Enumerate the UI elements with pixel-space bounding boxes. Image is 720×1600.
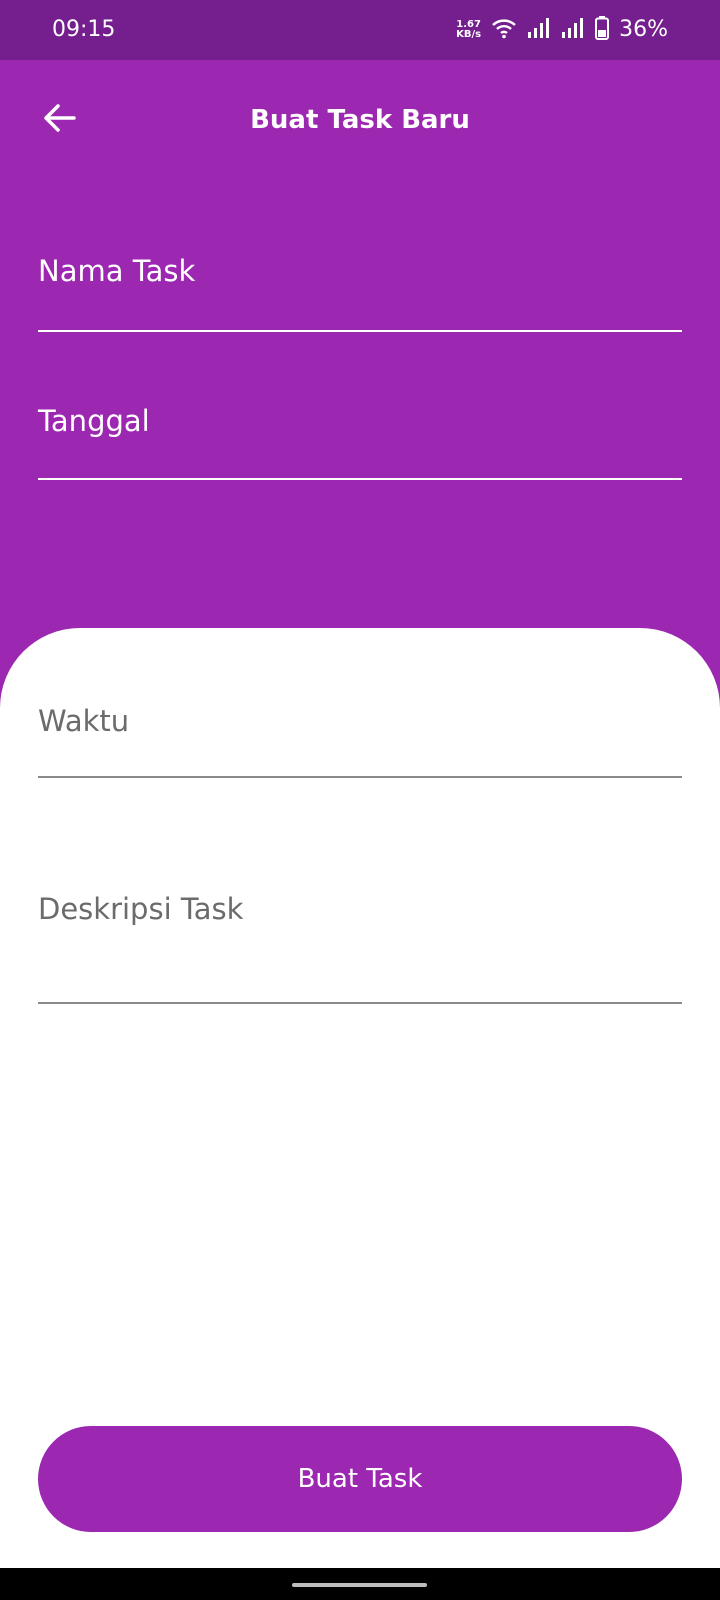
- buat-task-button-label: Buat Task: [297, 1464, 423, 1494]
- nama-task-field[interactable]: Nama Task: [38, 250, 682, 332]
- nama-task-placeholder: Nama Task: [38, 254, 196, 288]
- deskripsi-task-underline: [38, 1002, 682, 1004]
- tanggal-field[interactable]: Tanggal: [38, 400, 682, 480]
- status-icons: 1.67 KB/s 36%: [456, 14, 668, 46]
- system-nav-bar: [0, 1568, 720, 1600]
- wifi-icon: [491, 17, 517, 43]
- waktu-underline: [38, 776, 682, 778]
- battery-percent: 36%: [619, 17, 668, 42]
- app-bar: Buat Task Baru: [0, 60, 720, 180]
- home-gesture-handle[interactable]: [292, 1583, 427, 1587]
- status-bar: 09:15 1.67 KB/s 36%: [0, 0, 720, 60]
- status-time: 09:15: [52, 17, 116, 42]
- tanggal-underline: [38, 478, 682, 480]
- battery-icon: [595, 16, 610, 44]
- page-title: Buat Task Baru: [250, 105, 470, 135]
- waktu-field[interactable]: Waktu: [38, 700, 682, 778]
- deskripsi-task-field[interactable]: Deskripsi Task: [38, 888, 682, 1004]
- signal-icon: [561, 17, 585, 43]
- tanggal-placeholder: Tanggal: [38, 404, 150, 438]
- nama-task-underline: [38, 330, 682, 332]
- network-speed: 1.67 KB/s: [456, 20, 481, 40]
- network-speed-unit: KB/s: [456, 29, 482, 40]
- waktu-placeholder: Waktu: [38, 704, 130, 738]
- signal-icon: [527, 17, 551, 43]
- buat-task-button[interactable]: Buat Task: [38, 1426, 682, 1532]
- deskripsi-task-placeholder: Deskripsi Task: [38, 892, 244, 926]
